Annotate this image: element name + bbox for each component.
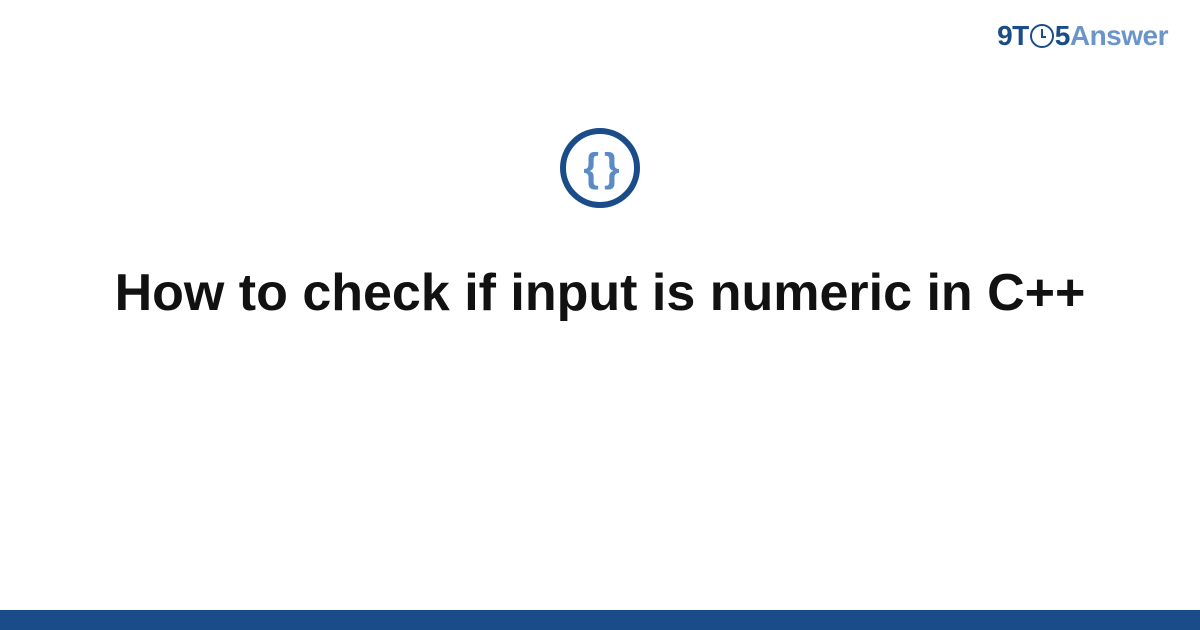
footer-bar xyxy=(0,610,1200,630)
clock-icon xyxy=(1030,24,1054,48)
braces-glyph: { } xyxy=(583,148,616,188)
main-content: { } How to check if input is numeric in … xyxy=(0,128,1200,324)
code-braces-icon: { } xyxy=(560,128,640,208)
logo-text-9t: 9T xyxy=(997,20,1029,51)
logo-text-answer: Answer xyxy=(1070,20,1168,51)
page-title: How to check if input is numeric in C++ xyxy=(85,262,1116,324)
site-logo: 9T 5Answer xyxy=(997,20,1168,52)
logo-text-5: 5 xyxy=(1055,20,1070,51)
